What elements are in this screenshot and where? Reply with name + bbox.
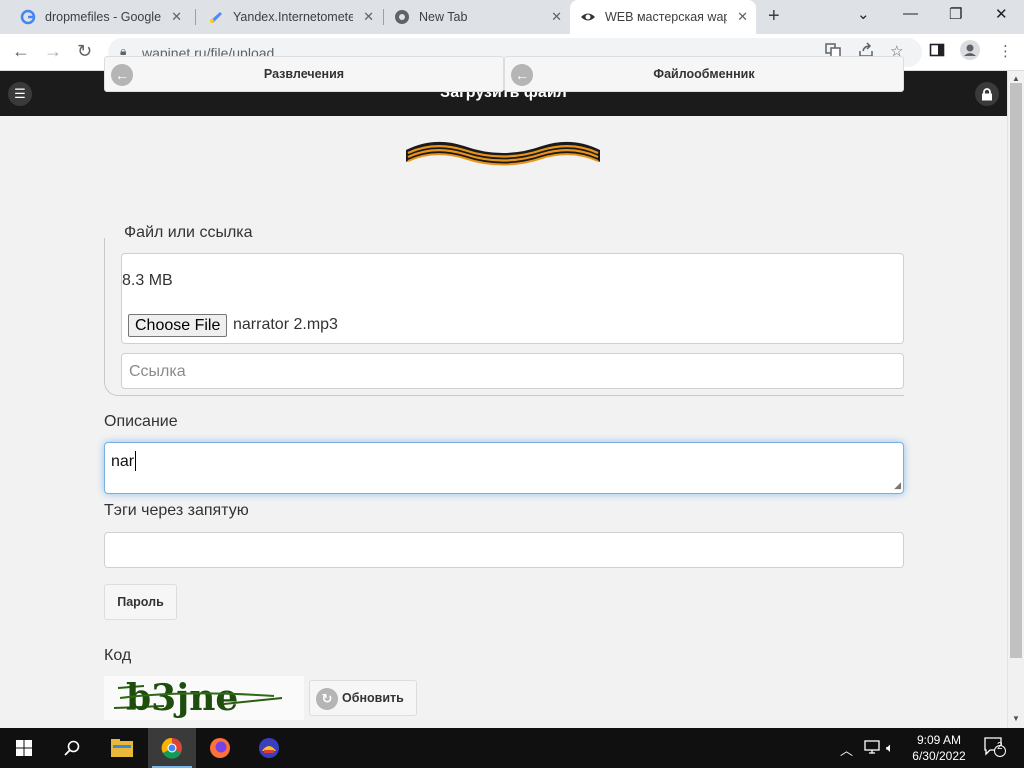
arrow-left-icon: ← (511, 64, 533, 86)
show-hidden-icons-icon[interactable]: ︿ (840, 740, 853, 759)
file-explorer-icon[interactable] (98, 728, 146, 768)
resize-grip-icon[interactable]: ◢ (894, 480, 901, 491)
password-button[interactable]: Пароль (104, 584, 177, 620)
network-icon[interactable] (864, 740, 880, 757)
tab-dropmefiles[interactable]: dropmefiles - Google S ✕ (0, 0, 190, 34)
reload-icon[interactable]: ↻ (77, 41, 92, 62)
tags-input[interactable] (104, 532, 904, 568)
tab-yandex[interactable]: Yandex.Internetometer ✕ (196, 0, 382, 34)
close-window-icon[interactable]: ✕ (995, 5, 1008, 23)
page-scrollbar[interactable]: ▲ ▼ (1007, 71, 1024, 728)
tags-label: Тэги через запятую (104, 502, 249, 519)
choose-file-button[interactable]: Choose File (128, 314, 228, 337)
new-tab-button[interactable]: + (768, 5, 780, 28)
system-clock[interactable]: 9:09 AM 6/30/2022 (900, 732, 978, 764)
yandex-icon (208, 9, 224, 25)
link-input[interactable]: Ссылка (121, 353, 904, 389)
selected-file-name: narrator 2.mp3 (233, 316, 338, 333)
tab-search-icon[interactable]: ⌄ (857, 5, 870, 23)
minimize-icon[interactable]: — (903, 5, 918, 22)
media-app-icon[interactable] (245, 728, 293, 768)
file-legend: Файл или ссылка (122, 224, 255, 242)
profile-avatar-icon[interactable] (960, 40, 980, 64)
notifications-icon[interactable]: 2 (984, 737, 1006, 760)
close-icon[interactable]: ✕ (363, 9, 374, 25)
windows-taskbar: ︿ 🔈︎ 9:09 AM 6/30/2022 2 (0, 728, 1024, 768)
search-icon[interactable] (48, 728, 96, 768)
chrome-icon (394, 9, 410, 25)
arrow-left-icon: ← (111, 64, 133, 86)
refresh-icon: ↻ (316, 688, 338, 710)
code-label: Код (104, 647, 132, 664)
volume-icon[interactable]: 🔈︎ (886, 740, 894, 756)
side-panel-icon[interactable] (929, 42, 945, 62)
close-icon[interactable]: ✕ (171, 9, 182, 25)
captcha-image: b3jne (104, 676, 304, 720)
scroll-up-icon[interactable]: ▲ (1012, 74, 1020, 83)
scroll-down-icon[interactable]: ▼ (1012, 714, 1020, 723)
file-size: 8.3 MB (122, 272, 173, 289)
google-icon (20, 9, 36, 25)
wapinet-icon (580, 9, 596, 25)
tab-new-tab[interactable]: New Tab ✕ (384, 0, 570, 34)
close-icon[interactable]: ✕ (551, 9, 562, 25)
chrome-taskbar-icon[interactable] (148, 728, 196, 768)
back-to-file-exchange-button[interactable]: ← Файлообменник (504, 56, 904, 92)
windows-start-icon[interactable] (0, 728, 48, 768)
more-menu-icon[interactable]: ⋮ (998, 42, 1013, 60)
maximize-icon[interactable]: ❐ (949, 5, 962, 23)
text-caret (135, 451, 136, 471)
back-icon[interactable]: ← (12, 41, 30, 62)
back-to-entertainment-button[interactable]: ← Развлечения (104, 56, 504, 92)
forward-icon[interactable]: → (44, 41, 62, 62)
svg-text:b3jne: b3jne (126, 677, 238, 719)
tab-wapinet[interactable]: WEB мастерская wapi ✕ (570, 0, 756, 34)
firefox-icon[interactable] (196, 728, 244, 768)
description-label: Описание (104, 413, 178, 430)
st-george-ribbon-icon (406, 141, 600, 166)
login-lock-icon[interactable] (975, 82, 999, 106)
close-icon[interactable]: ✕ (737, 9, 748, 25)
refresh-captcha-button[interactable]: ↻ Обновить (309, 680, 417, 716)
tab-strip: dropmefiles - Google S ✕ Yandex.Internet… (0, 0, 1024, 34)
scrollbar-thumb[interactable] (1010, 83, 1022, 658)
file-upload-box: 8.3 MB Choose File narrator 2.mp3 (121, 253, 904, 344)
breadcrumb-nav: ← Развлечения ← Файлообменник (104, 56, 904, 92)
description-textarea[interactable]: nar ◢ (104, 442, 904, 494)
